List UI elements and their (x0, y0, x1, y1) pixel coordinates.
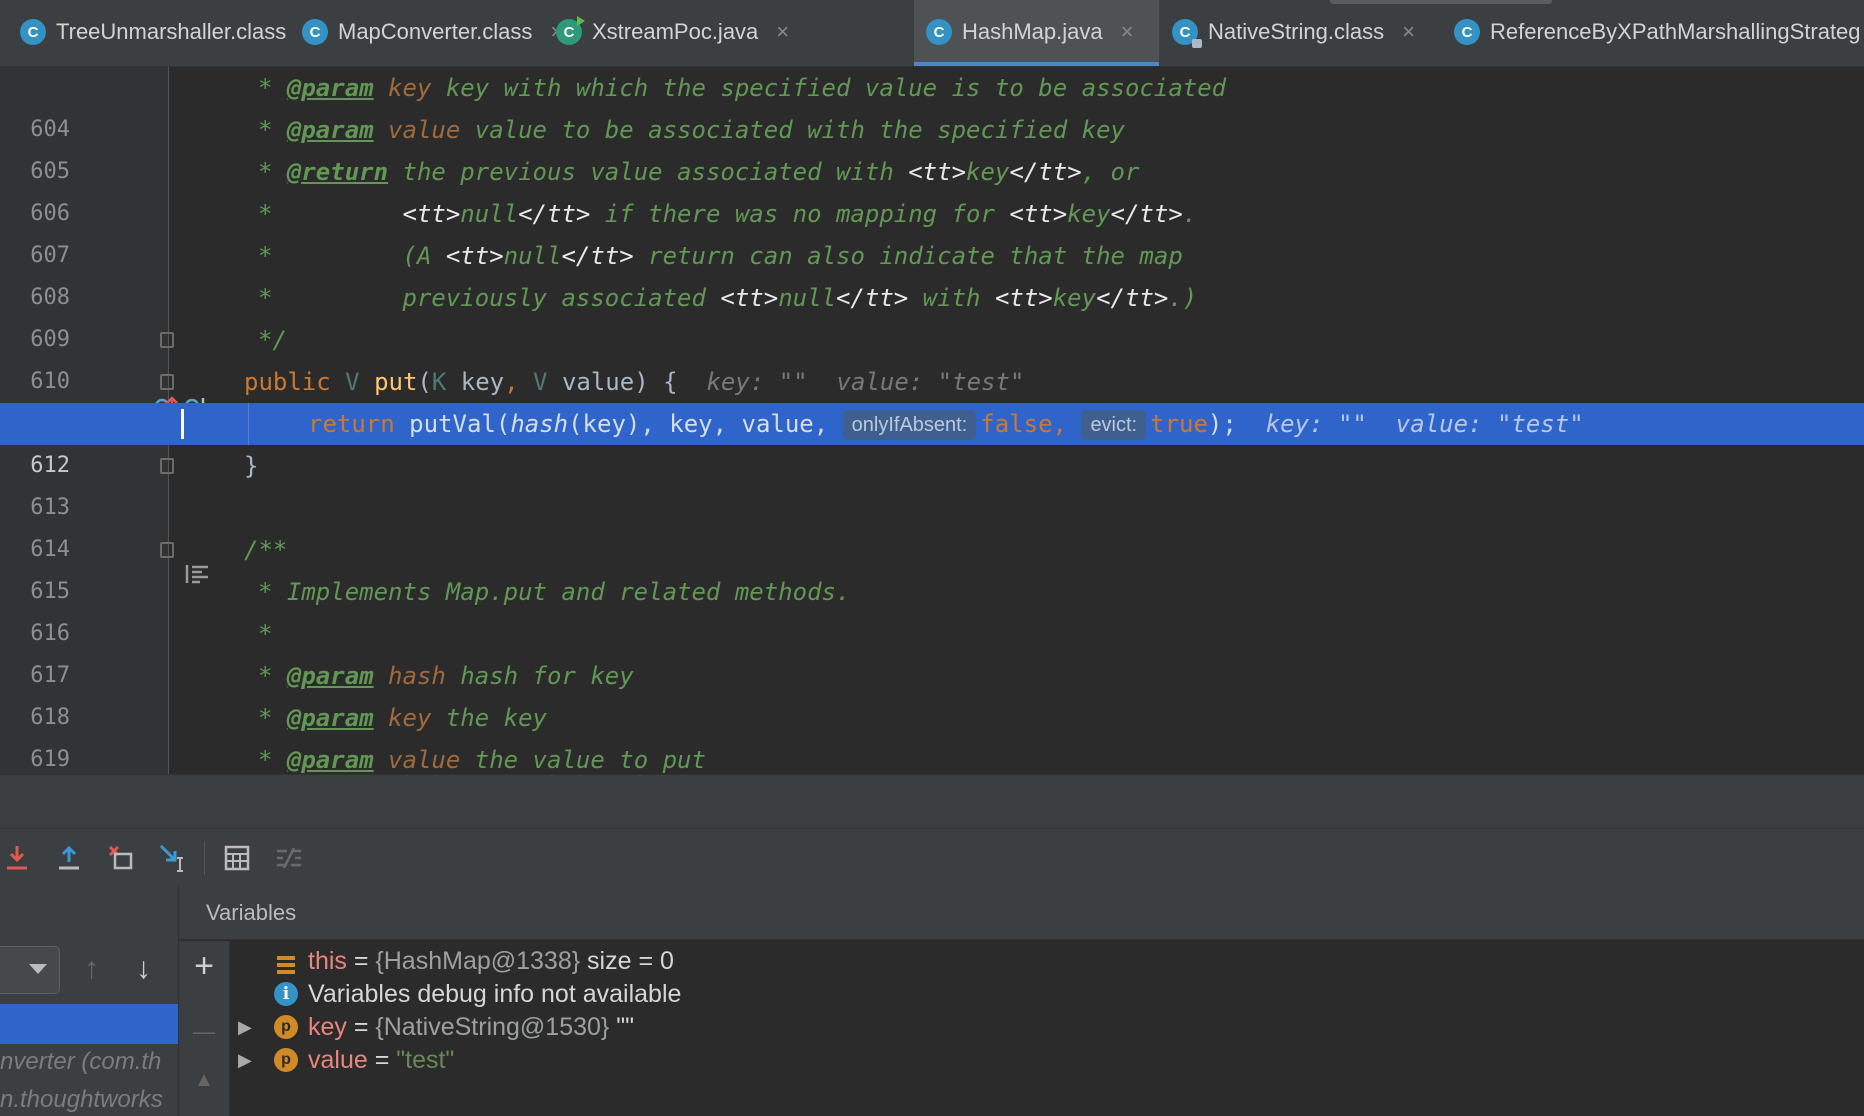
inline-debug-value: value: "test" (836, 368, 1025, 396)
variables-side-toolbar: + — ▲ (179, 941, 230, 1116)
code-text: * @return the previous value associated … (258, 158, 1140, 186)
code-line[interactable]: 618 * @param hash hash for key (0, 655, 1864, 730)
code-text: * @param key key with which the specifie… (258, 74, 1227, 102)
tab-xstreampoc[interactable]: C XstreamPoc.java × (556, 0, 789, 64)
class-icon: C (20, 19, 46, 45)
current-execution-line[interactable]: 612 return putVal(hash(key), key, value,… (0, 403, 1864, 478)
tab-label: HashMap.java (962, 19, 1103, 44)
run-to-cursor-icon[interactable] (158, 843, 188, 873)
info-icon: i (274, 982, 298, 1006)
code-editor[interactable]: 604 * @param key key with which the spec… (0, 67, 1864, 774)
frames-pane: ↑ ↓ nverter (com.th n.thoughtworks (0, 886, 179, 1116)
inline-debug-value: value: "test" (1395, 410, 1584, 438)
code-text: * @param key the key (258, 704, 547, 732)
variable-row-value[interactable]: ▶ p value = "test" (230, 1040, 1864, 1080)
move-up-button[interactable]: ▲ (179, 1063, 229, 1097)
arrow-up-icon[interactable]: ↑ (84, 954, 99, 984)
code-line[interactable]: 608 * (A <tt>null</tt> return can also i… (0, 235, 1864, 310)
code-line[interactable]: 611 public V put(K key, V value) { key: … (0, 361, 1864, 436)
thread-selector[interactable] (0, 946, 60, 994)
code-line[interactable]: 616 * Implements Map.put and related met… (0, 571, 1864, 646)
code-text: return putVal(hash(key), key, value, onl… (308, 410, 1584, 440)
tab-treeunmarshaller[interactable]: C TreeUnmarshaller.class × (20, 0, 317, 64)
code-text: * <tt>null</tt> if there was no mapping … (258, 200, 1198, 228)
tab-label: TreeUnmarshaller.class (56, 19, 287, 44)
arrow-down-icon[interactable]: ↓ (136, 954, 151, 984)
inline-debug-value: key: "" (1265, 410, 1367, 438)
code-text: * @param value the value to put (258, 746, 706, 774)
drop-frame-icon[interactable] (106, 843, 136, 873)
add-watch-button[interactable]: + (179, 949, 229, 983)
tab-label: NativeString.class (1208, 19, 1385, 44)
code-text: public V put(K key, V value) { key: "" v… (244, 368, 1025, 396)
expand-icon[interactable]: ▶ (238, 1040, 252, 1080)
code-text: * (258, 620, 273, 648)
code-text: } (244, 452, 259, 480)
text-caret (181, 409, 184, 439)
code-text: * @param hash hash for key (258, 662, 634, 690)
field-list-icon (274, 949, 298, 974)
code-line[interactable]: 615 /** (0, 529, 1864, 604)
chevron-down-icon (29, 964, 47, 974)
step-into-icon[interactable] (2, 843, 32, 873)
code-text: * @param value value to be associated wi… (258, 116, 1125, 144)
java-run-icon: C (556, 16, 585, 45)
fold-start-icon[interactable] (160, 374, 174, 390)
code-line[interactable]: 617 * (0, 613, 1864, 688)
code-line[interactable]: 609 * previously associated <tt>null</tt… (0, 277, 1864, 352)
code-line[interactable]: 613 } (0, 445, 1864, 520)
tab-referencebyxpath[interactable]: C ReferenceByXPathMarshallingStrateg (1454, 0, 1861, 64)
debug-toolbar (0, 828, 1864, 888)
tab-label: ReferenceByXPathMarshallingStrateg (1490, 19, 1861, 44)
code-text: * previously associated <tt>null</tt> wi… (258, 284, 1198, 312)
code-line[interactable]: 610 */ (0, 319, 1864, 394)
code-line[interactable]: 619 * @param key the key (0, 697, 1864, 772)
code-line[interactable]: 605 * @param value value to be associate… (0, 109, 1864, 184)
code-line[interactable]: 620 * @param value the value to put (0, 739, 1864, 774)
frame-item[interactable]: nverter (com.th (0, 1048, 178, 1076)
parameter-hint: evict: (1081, 410, 1147, 440)
parameter-icon: p (274, 1048, 298, 1072)
toolbar-separator (204, 841, 205, 875)
close-icon[interactable]: × (1402, 19, 1415, 45)
tab-mapconverter[interactable]: C MapConverter.class × (302, 0, 563, 64)
code-line[interactable]: 614 (0, 487, 1864, 562)
trace-stream-icon[interactable] (274, 843, 304, 873)
tab-nativestring[interactable]: C NativeString.class × (1172, 0, 1415, 64)
class-icon: C (926, 19, 952, 45)
code-text: /** (244, 536, 288, 564)
close-icon[interactable]: × (1121, 19, 1134, 45)
tab-hashmap[interactable]: C HashMap.java × (914, 0, 1159, 66)
indent-guide (248, 403, 249, 445)
editor-tab-bar: C TreeUnmarshaller.class × C MapConverte… (0, 0, 1864, 67)
tab-label: XstreamPoc.java (592, 19, 759, 44)
fold-end-icon[interactable] (160, 332, 174, 348)
class-locked-icon: C (1172, 19, 1202, 48)
code-line[interactable]: 604 * @param key key with which the spec… (0, 67, 1864, 142)
parameter-icon: p (274, 1015, 298, 1039)
parameter-hint: onlyIfAbsent: (842, 410, 977, 440)
code-line[interactable]: 607 * <tt>null</tt> if there was no mapp… (0, 193, 1864, 268)
code-line[interactable]: 606 * @return the previous value associa… (0, 151, 1864, 226)
debug-panel-header (0, 774, 1864, 829)
inline-debug-value: key: "" (706, 368, 808, 396)
frame-item[interactable]: n.thoughtworks (0, 1086, 178, 1114)
class-icon: C (1454, 19, 1480, 45)
tab-label: MapConverter.class (338, 19, 533, 44)
close-icon[interactable]: × (776, 19, 789, 45)
fold-start-icon[interactable] (160, 542, 174, 558)
fold-end-icon[interactable] (160, 458, 174, 474)
code-text: * Implements Map.put and related methods… (258, 578, 851, 606)
remove-watch-button[interactable]: — (179, 1015, 229, 1049)
frame-item-selected[interactable] (0, 1004, 178, 1044)
code-text: * (A <tt>null</tt> return can also indic… (258, 242, 1183, 270)
variables-tree[interactable]: this = {HashMap@1338} size = 0 i Variabl… (230, 941, 1864, 1116)
code-text: */ (258, 326, 287, 354)
variables-title: Variables (179, 886, 1864, 940)
step-out-icon[interactable] (54, 843, 84, 873)
evaluate-expression-icon[interactable] (222, 843, 252, 873)
class-icon: C (302, 19, 328, 45)
